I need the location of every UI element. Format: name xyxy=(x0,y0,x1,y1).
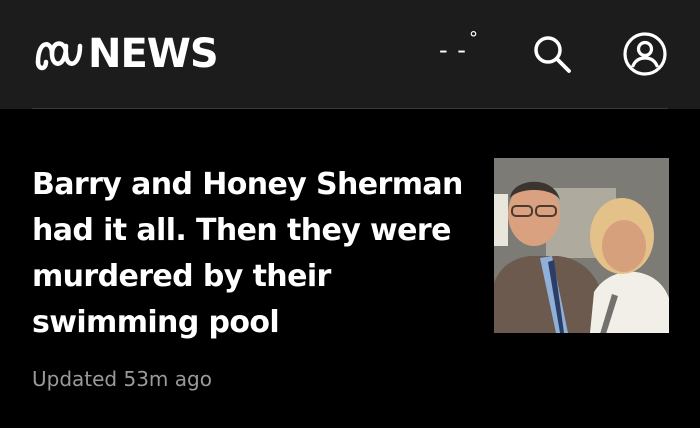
abc-news-logo[interactable]: NEWS xyxy=(34,31,219,77)
abc-logo-icon xyxy=(35,41,83,71)
account-icon xyxy=(623,32,667,76)
weather-widget[interactable]: - - ° xyxy=(439,30,478,70)
header-divider xyxy=(32,108,668,109)
page: NEWS - - ° Barry and Honey Sherman had i… xyxy=(0,0,700,428)
search-icon xyxy=(534,36,571,73)
degree-symbol: ° xyxy=(468,28,478,49)
top-bar: NEWS - - ° xyxy=(0,0,700,109)
weather-temperature: - - xyxy=(439,36,467,64)
search-button[interactable] xyxy=(528,30,576,78)
logo-text: NEWS xyxy=(88,31,219,77)
account-button[interactable] xyxy=(621,30,669,78)
thumbnail-photo xyxy=(494,158,669,333)
article-card[interactable]: Barry and Honey Sherman had it all. Then… xyxy=(32,150,672,400)
article-headline[interactable]: Barry and Honey Sherman had it all. Then… xyxy=(32,162,477,346)
article-thumbnail[interactable] xyxy=(494,158,669,333)
article-timestamp: Updated 53m ago xyxy=(32,367,212,391)
